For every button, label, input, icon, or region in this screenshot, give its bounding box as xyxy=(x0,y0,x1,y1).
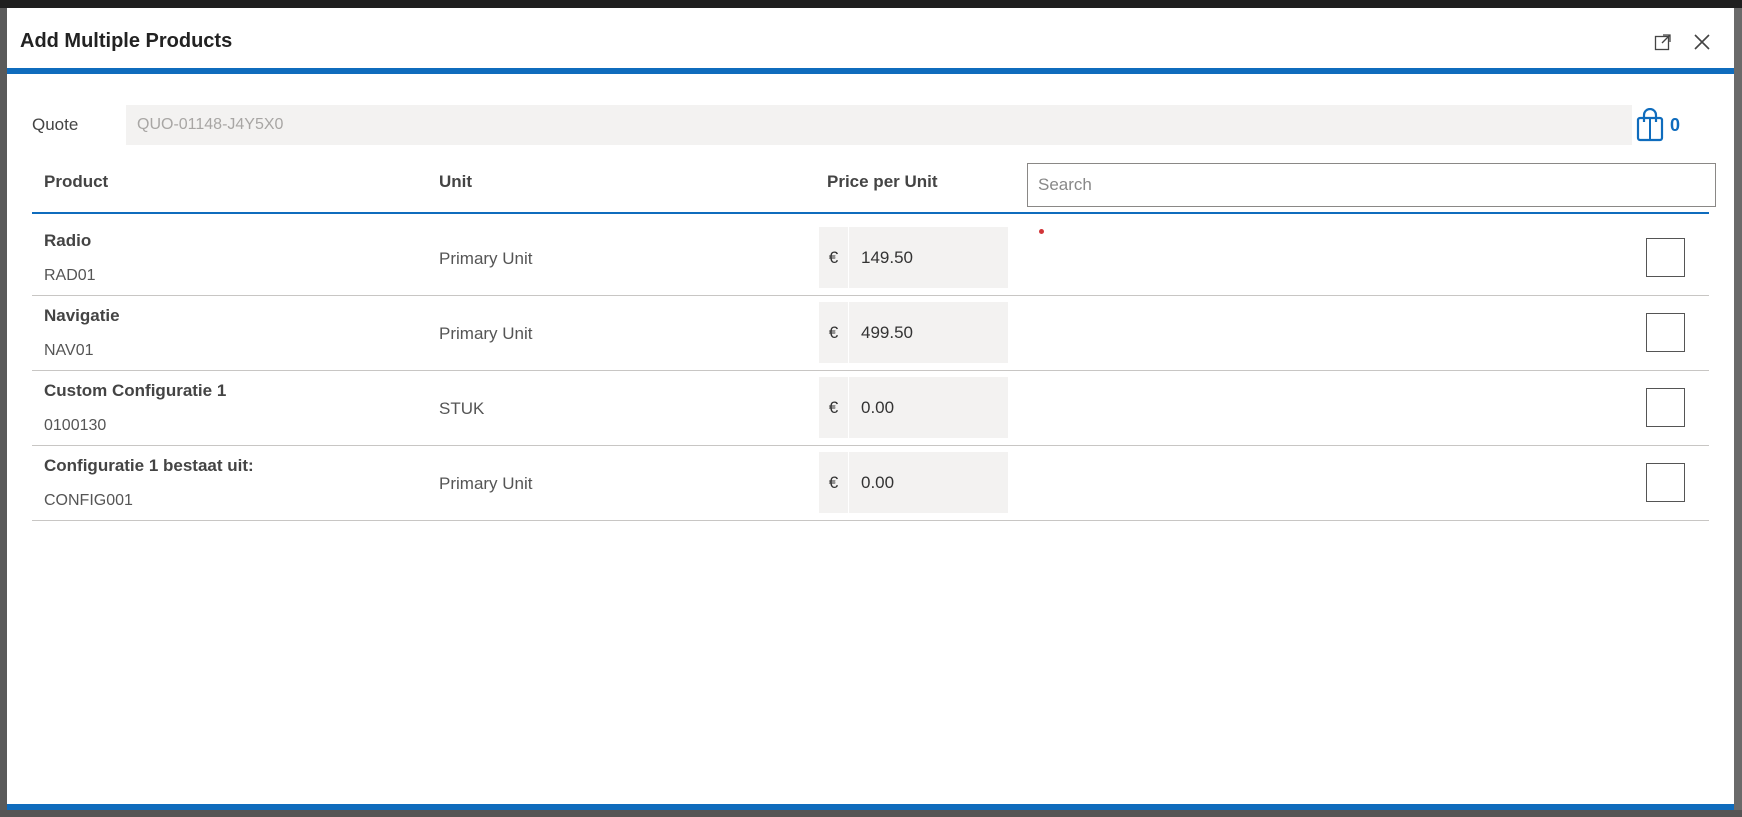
column-header-price: Price per Unit xyxy=(827,172,938,191)
product-list: Radio RAD01 Primary Unit € 149.50 Naviga… xyxy=(32,221,1709,521)
quote-field: QUO-01148-J4Y5X0 xyxy=(126,105,1632,145)
price-field[interactable]: € 499.50 xyxy=(819,302,1008,363)
product-name: Radio xyxy=(44,231,92,250)
product-unit: Primary Unit xyxy=(439,324,533,343)
product-name: Navigatie xyxy=(44,306,120,325)
background-app-bar xyxy=(0,0,1742,8)
column-header-unit: Unit xyxy=(439,172,473,191)
product-row: Radio RAD01 Primary Unit € 149.50 xyxy=(32,221,1709,296)
product-row: Configuratie 1 bestaat uit: CONFIG001 Pr… xyxy=(32,446,1709,521)
price-field[interactable]: € 149.50 xyxy=(819,227,1008,288)
product-code: CONFIG001 xyxy=(44,492,133,509)
select-checkbox[interactable] xyxy=(1646,388,1685,427)
currency-symbol: € xyxy=(819,377,849,438)
background-app-left xyxy=(0,8,7,817)
product-name: Custom Configuratie 1 xyxy=(44,381,227,400)
price-value: 0.00 xyxy=(861,397,895,417)
close-button[interactable] xyxy=(1688,28,1716,56)
product-name: Configuratie 1 bestaat uit: xyxy=(44,456,254,475)
dialog-header: Add Multiple Products xyxy=(7,8,1734,74)
expand-icon xyxy=(1654,34,1671,51)
close-icon xyxy=(1694,34,1710,50)
product-unit: Primary Unit xyxy=(439,474,533,493)
price-field[interactable]: € 0.00 xyxy=(819,377,1008,438)
background-app-bottom xyxy=(0,810,1742,817)
product-row: Navigatie NAV01 Primary Unit € 499.50 xyxy=(32,296,1709,371)
cart-count: 0 xyxy=(1670,114,1681,135)
price-value: 0.00 xyxy=(861,472,895,492)
table-header: Product Unit Price per Unit Search xyxy=(32,158,1716,214)
quote-label: Quote xyxy=(32,115,79,134)
currency-symbol: € xyxy=(819,227,849,288)
quote-row: Quote QUO-01148-J4Y5X0 0 xyxy=(7,105,1734,145)
background-app-right xyxy=(1734,8,1742,817)
select-checkbox[interactable] xyxy=(1646,238,1685,277)
column-header-product: Product xyxy=(44,172,109,191)
currency-symbol: € xyxy=(819,302,849,363)
product-unit: STUK xyxy=(439,399,485,418)
dialog-title: Add Multiple Products xyxy=(20,30,233,52)
expand-button[interactable] xyxy=(1649,28,1677,56)
price-value: 499.50 xyxy=(861,322,913,342)
price-value: 149.50 xyxy=(861,247,913,267)
product-unit: Primary Unit xyxy=(439,249,533,268)
product-code: RAD01 xyxy=(44,267,96,284)
add-multiple-products-dialog: Add Multiple Products Quote QUO-01148-J4… xyxy=(7,8,1734,810)
shopping-bag-icon xyxy=(1636,108,1664,142)
search-input[interactable]: Search xyxy=(1027,163,1716,207)
product-code: 0100130 xyxy=(44,417,107,434)
price-field[interactable]: € 0.00 xyxy=(819,452,1008,513)
product-row: Custom Configuratie 1 0100130 STUK € 0.0… xyxy=(32,371,1709,446)
select-checkbox[interactable] xyxy=(1646,463,1685,502)
cart-button[interactable]: 0 xyxy=(1636,107,1680,143)
select-checkbox[interactable] xyxy=(1646,313,1685,352)
currency-symbol: € xyxy=(819,452,849,513)
indicator-dot xyxy=(1039,229,1044,234)
product-code: NAV01 xyxy=(44,342,94,359)
